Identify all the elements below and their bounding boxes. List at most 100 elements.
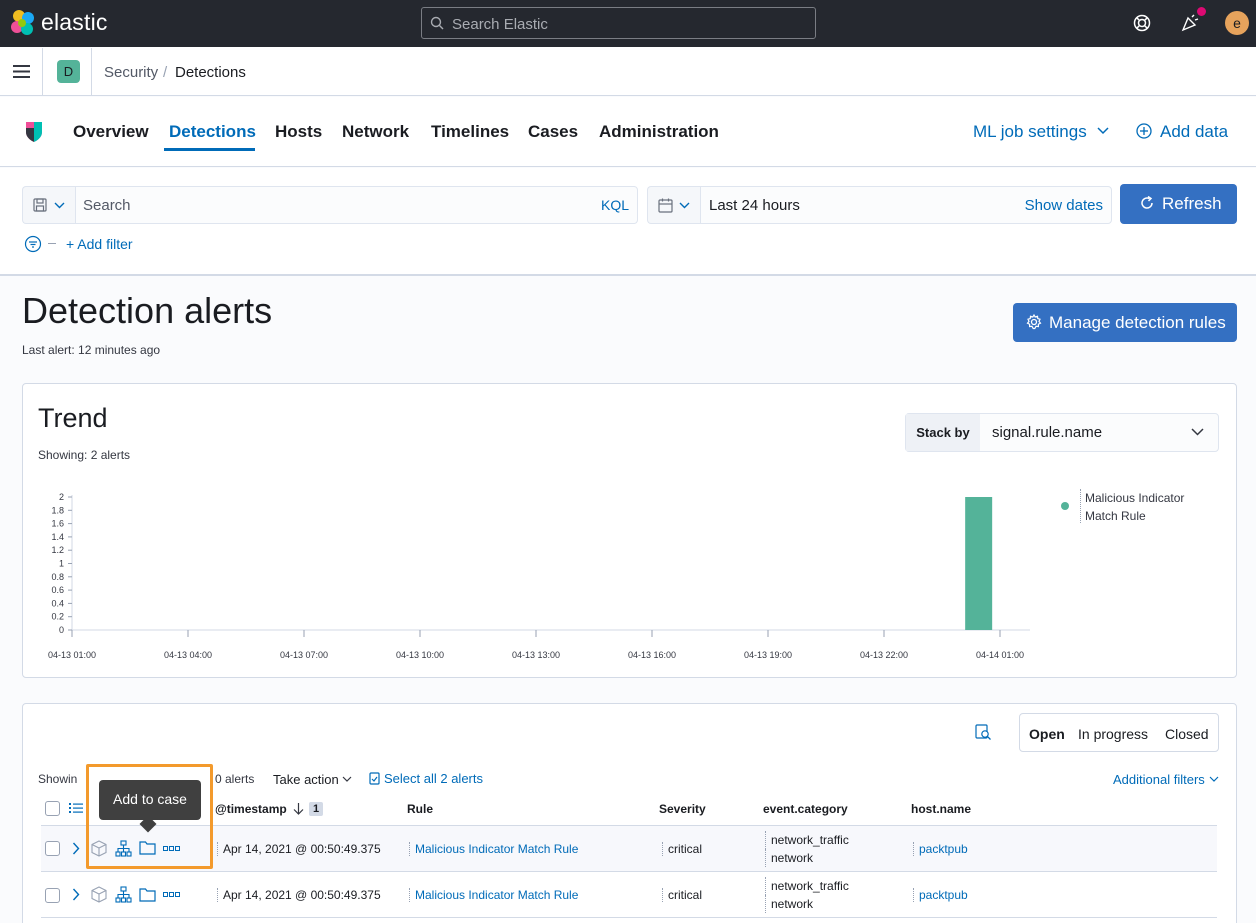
table-row bbox=[41, 917, 1217, 923]
chevron-down-icon bbox=[679, 202, 690, 209]
space-avatar[interactable]: D bbox=[57, 60, 80, 83]
y-tick-label: 1.4 bbox=[51, 532, 64, 542]
column-header-event-category[interactable]: event.category bbox=[763, 802, 848, 816]
x-tick-label: 04-13 07:00 bbox=[280, 650, 328, 660]
row-checkbox[interactable] bbox=[45, 841, 60, 856]
help-icon[interactable] bbox=[1132, 13, 1152, 33]
chevron-down-icon bbox=[342, 776, 352, 782]
legend-item[interactable]: Malicious Indicator Match Rule bbox=[1085, 489, 1215, 525]
quick-date-menu-button[interactable] bbox=[647, 186, 700, 224]
query-language-toggle[interactable]: KQL bbox=[601, 197, 629, 213]
x-tick-label: 04-13 10:00 bbox=[396, 650, 444, 660]
event-category-value: network_traffic bbox=[765, 831, 849, 849]
y-tick-label: 1.8 bbox=[51, 505, 64, 515]
tab-timelines[interactable]: Timelines bbox=[431, 122, 509, 142]
notification-badge bbox=[1197, 7, 1206, 16]
page-title: Detection alerts bbox=[22, 290, 273, 331]
y-tick-label: 0.4 bbox=[51, 598, 64, 608]
expand-row-icon[interactable] bbox=[72, 842, 80, 855]
stack-by-value: signal.rule.name bbox=[992, 424, 1103, 441]
y-tick-label: 0.2 bbox=[51, 612, 64, 622]
status-open-button[interactable]: Open bbox=[1029, 726, 1065, 742]
filter-menu-icon[interactable] bbox=[24, 235, 42, 253]
legend-drag-handle bbox=[1080, 489, 1081, 523]
security-app-icon bbox=[24, 120, 44, 144]
select-all-checkbox[interactable] bbox=[45, 801, 60, 816]
tab-cases[interactable]: Cases bbox=[528, 122, 578, 142]
elastic-logo-icon[interactable] bbox=[10, 9, 36, 37]
y-tick-label: 1 bbox=[59, 559, 64, 569]
folder-icon[interactable] bbox=[139, 887, 156, 902]
divider bbox=[42, 48, 43, 95]
tab-detections[interactable]: Detections bbox=[169, 122, 256, 142]
x-tick-label: 04-13 19:00 bbox=[744, 650, 792, 660]
column-header-rule[interactable]: Rule bbox=[407, 802, 433, 816]
column-header-severity[interactable]: Severity bbox=[659, 802, 706, 816]
column-settings-icon[interactable] bbox=[69, 802, 83, 814]
stack-by-select[interactable]: Stack by signal.rule.name bbox=[905, 413, 1219, 452]
sort-order-badge: 1 bbox=[309, 802, 323, 816]
expand-row-icon[interactable] bbox=[72, 888, 80, 901]
trend-chart: 0 0.2 0.4 0.6 0.8 1 1.2 1.4 1.6 1.8 2 04-13 01:00 04… bbox=[48, 492, 1030, 660]
column-header-host-name[interactable]: host.name bbox=[911, 802, 971, 816]
cell-rule-link[interactable]: Malicious Indicator Match Rule bbox=[409, 888, 578, 902]
y-tick-label: 2 bbox=[59, 492, 64, 502]
additional-filters-button[interactable]: Additional filters bbox=[1113, 772, 1205, 787]
tab-administration[interactable]: Administration bbox=[599, 122, 719, 142]
legend-color-dot[interactable] bbox=[1061, 502, 1069, 510]
cell-timestamp: Apr 14, 2021 @ 00:50:49.375 bbox=[217, 842, 381, 856]
cell-rule-link[interactable]: Malicious Indicator Match Rule bbox=[409, 842, 578, 856]
y-tick-label: 1.2 bbox=[51, 545, 64, 555]
x-tick-label: 04-13 16:00 bbox=[628, 650, 676, 660]
take-action-button[interactable]: Take action bbox=[273, 772, 339, 787]
tab-overview[interactable]: Overview bbox=[73, 122, 149, 142]
select-all-alerts-link[interactable]: Select all 2 alerts bbox=[384, 771, 483, 786]
ml-job-settings-button[interactable]: ML job settings bbox=[973, 122, 1087, 142]
inspect-icon[interactable] bbox=[975, 724, 992, 741]
status-in-progress-button[interactable]: In progress bbox=[1078, 726, 1148, 742]
menu-icon[interactable] bbox=[13, 65, 30, 78]
search-icon bbox=[430, 16, 444, 30]
breadcrumb-security[interactable]: Security bbox=[104, 64, 158, 81]
saved-query-button[interactable] bbox=[22, 186, 75, 224]
status-closed-button[interactable]: Closed bbox=[1165, 726, 1209, 742]
refresh-button[interactable]: Refresh bbox=[1120, 184, 1237, 224]
user-avatar[interactable]: e bbox=[1225, 11, 1249, 35]
cell-host-link[interactable]: packtpub bbox=[913, 888, 968, 902]
event-category-value: network bbox=[765, 895, 849, 913]
query-input[interactable] bbox=[83, 197, 583, 214]
x-tick-label: 04-13 22:00 bbox=[860, 650, 908, 660]
cell-event-category: network_traffic network bbox=[765, 831, 849, 867]
date-range-field[interactable]: Last 24 hours Show dates bbox=[700, 186, 1112, 224]
divider bbox=[91, 48, 92, 95]
brand-name[interactable]: elastic bbox=[41, 9, 108, 36]
manage-detection-rules-button[interactable]: Manage detection rules bbox=[1013, 303, 1237, 342]
save-icon bbox=[33, 198, 47, 212]
show-dates-link[interactable]: Show dates bbox=[1025, 197, 1103, 214]
breadcrumb-detections: Detections bbox=[175, 64, 246, 81]
event-category-value: network_traffic bbox=[765, 877, 849, 895]
column-header-timestamp[interactable]: @timestamp bbox=[215, 802, 287, 816]
y-tick-label: 0.8 bbox=[51, 572, 64, 582]
refresh-label: Refresh bbox=[1162, 194, 1222, 213]
newsfeed-icon[interactable] bbox=[1180, 13, 1200, 33]
tab-network[interactable]: Network bbox=[342, 122, 409, 142]
global-search[interactable] bbox=[421, 7, 816, 39]
cell-host-link[interactable]: packtpub bbox=[913, 842, 968, 856]
cube-icon[interactable] bbox=[91, 886, 107, 903]
row-checkbox[interactable] bbox=[45, 888, 60, 903]
x-tick-label: 04-13 04:00 bbox=[164, 650, 212, 660]
add-filter-button[interactable]: + Add filter bbox=[66, 236, 133, 252]
global-search-input[interactable] bbox=[452, 14, 802, 34]
sort-descending-icon[interactable] bbox=[293, 802, 304, 815]
analyze-event-icon[interactable] bbox=[115, 886, 132, 903]
add-to-case-tooltip: Add to case bbox=[99, 780, 201, 820]
select-all-icon bbox=[369, 772, 381, 786]
more-actions-icon[interactable] bbox=[163, 892, 180, 897]
table-showing-count: Showin bbox=[38, 772, 78, 786]
chevron-down-icon bbox=[1191, 428, 1204, 436]
add-data-button[interactable]: Add data bbox=[1160, 122, 1228, 142]
query-field[interactable]: KQL bbox=[75, 186, 638, 224]
plus-circle-icon bbox=[1136, 123, 1152, 139]
tab-hosts[interactable]: Hosts bbox=[275, 122, 322, 142]
